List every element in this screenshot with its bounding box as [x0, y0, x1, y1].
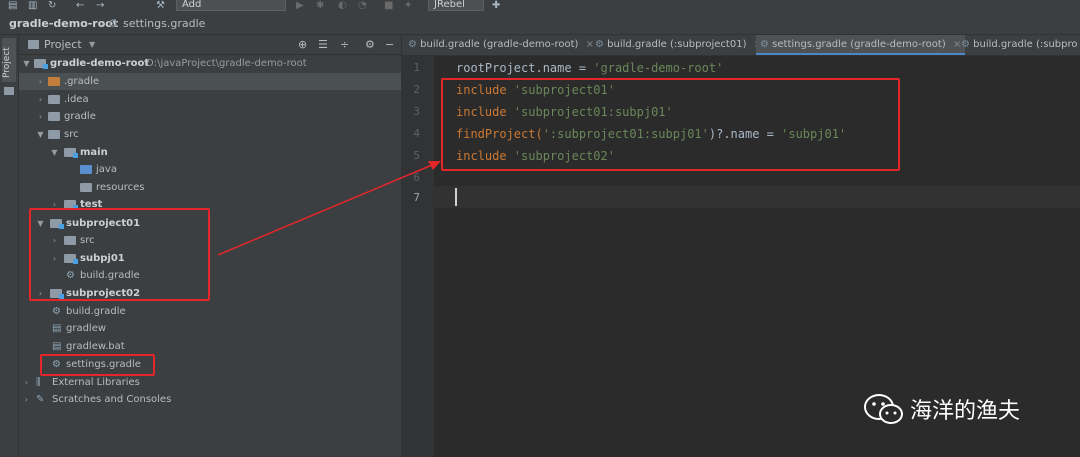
wechat-icon	[864, 394, 903, 424]
watermark-text: 海洋的渔夫	[910, 399, 1021, 424]
annotation-arrow	[217, 161, 441, 256]
